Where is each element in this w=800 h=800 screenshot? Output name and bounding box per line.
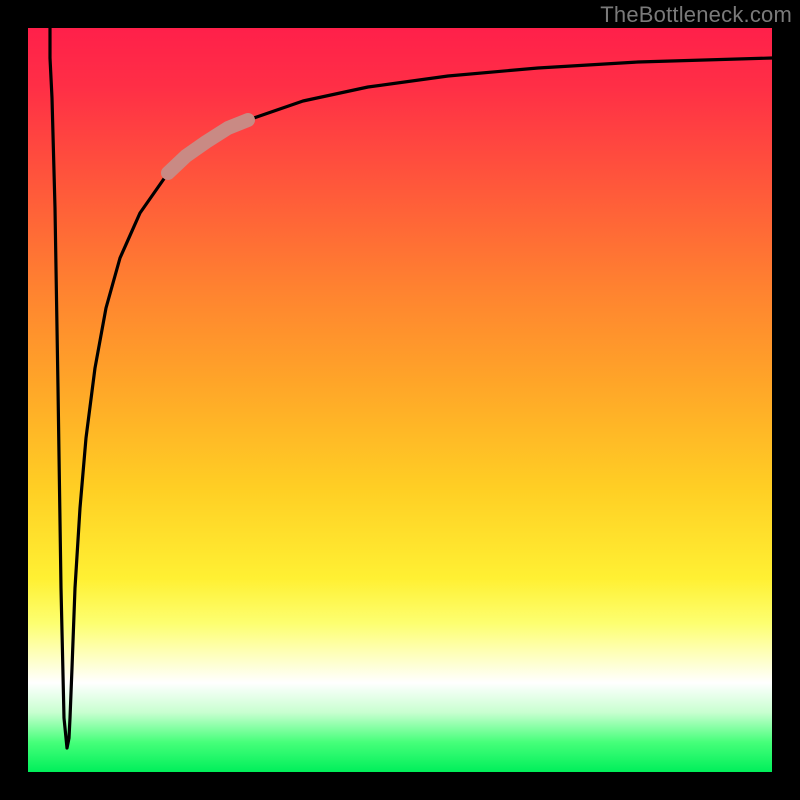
chart-frame: TheBottleneck.com [0,0,800,800]
curve-path [50,28,772,748]
plot-area [28,28,772,772]
watermark-text: TheBottleneck.com [600,2,792,28]
highlight-segment-path [168,120,248,173]
bottleneck-curve [28,28,772,772]
